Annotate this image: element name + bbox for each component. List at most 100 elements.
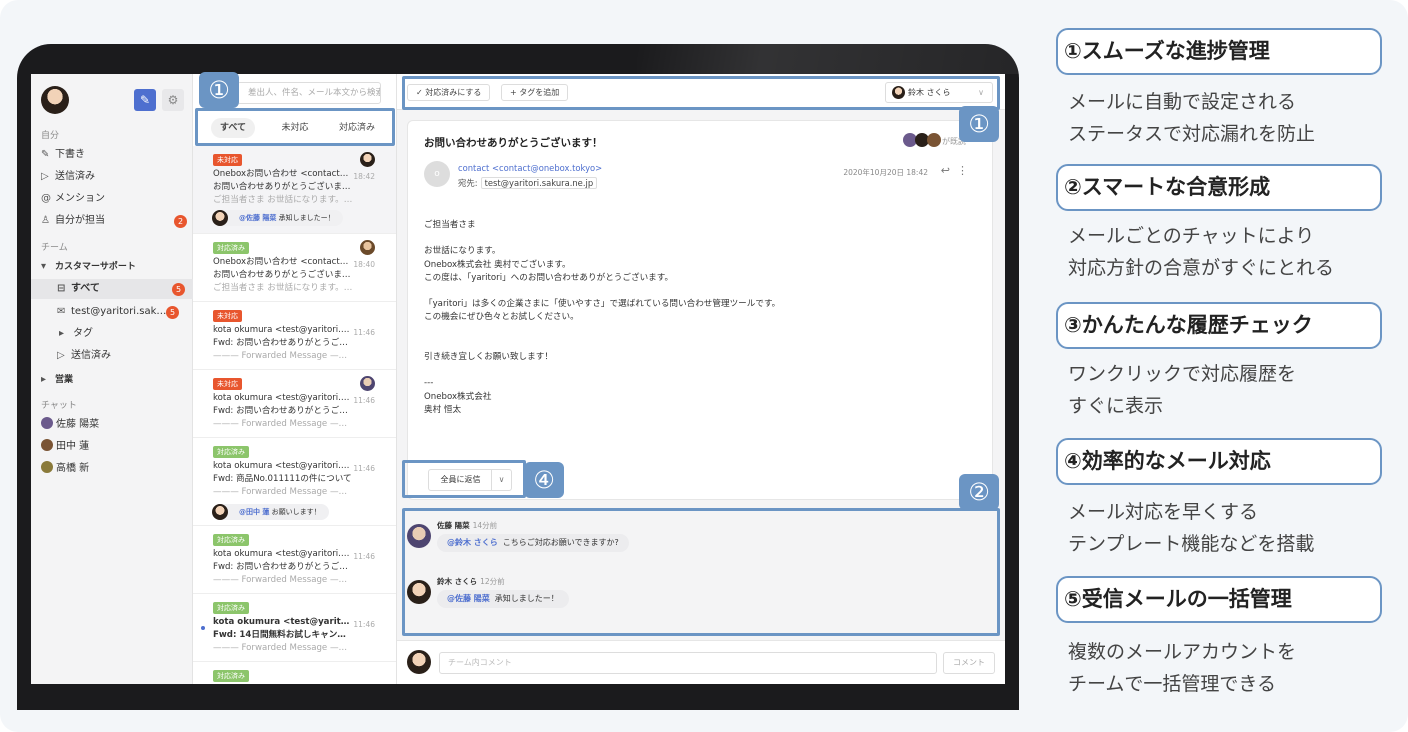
send-icon: ▷: [41, 171, 49, 182]
callout-badge-2: ②: [959, 474, 999, 510]
read-by: が既読: [903, 133, 966, 147]
status-badge: 対応済み: [213, 670, 249, 682]
triangle-down-icon: ▾: [41, 261, 47, 272]
mail-body: ご担当者さま お世話になります。 Onebox株式会社 奥村でございます。 この度は…: [424, 219, 984, 417]
feature-title-5: ⑤受信メールの一括管理: [1056, 576, 1382, 623]
mail-body-line: ---: [424, 378, 434, 389]
user-avatar[interactable]: [41, 86, 69, 114]
pencil-icon: ✎: [41, 149, 50, 160]
status-badge: 未対応: [213, 378, 242, 390]
mail-body-line: [424, 338, 984, 351]
callout-badge-1: ①: [199, 72, 239, 108]
mail-body-line: Onebox株式会社: [424, 391, 492, 402]
sidebar-item-tag[interactable]: ▸ タグ: [59, 324, 179, 344]
mail-list: 差出人、件名、メール本文から検索 すべて 未対応 対応済み 未対応 Onebox…: [193, 74, 397, 684]
reply-icon[interactable]: ↩: [941, 164, 950, 177]
section-self: 自分: [41, 131, 60, 141]
search-input[interactable]: 差出人、件名、メール本文から検索: [237, 82, 381, 104]
avatar: [212, 504, 228, 520]
status-badge: 対応済み: [213, 242, 249, 254]
avatar: [407, 650, 431, 674]
mail-icon: ✉: [57, 306, 66, 317]
sidebar-team-support[interactable]: ▾ カスタマーサポート: [41, 257, 187, 277]
count-badge: 5: [166, 306, 179, 319]
status-badge: 未対応: [213, 154, 242, 166]
chat-user-sato[interactable]: 佐藤 陽菜: [41, 415, 187, 435]
callout-badge-1b: ①: [959, 106, 999, 142]
mail-body-line: [424, 232, 984, 245]
callout-box-tabs: [195, 108, 395, 146]
feature-desc-1: メールに自動で設定される ステータスで対応漏れを防止: [1068, 91, 1316, 145]
unread-dot: [201, 626, 205, 630]
sidebar-item-account[interactable]: ✉ test@yaritori.sak… 5: [57, 302, 179, 322]
mail-body-line: 「yaritori」は多くの企業さまに「使いやすさ」で選ばれている問い合わせ管理…: [424, 299, 781, 310]
status-badge: 未対応: [213, 310, 242, 322]
avatar: [212, 210, 228, 226]
sidebar-item-assigned[interactable]: ♙ 自分が担当 2: [41, 211, 187, 231]
comment-button[interactable]: コメント: [943, 652, 995, 674]
feature-title-3: ③かんたんな履歴チェック: [1056, 302, 1382, 349]
count-badge: 2: [174, 215, 187, 228]
inbox-icon: ⊟: [57, 283, 66, 294]
chat-user-tanaka[interactable]: 田中 蓮: [41, 437, 187, 457]
callout-box-toolbar: [402, 76, 1000, 110]
person-icon: ♙: [41, 215, 50, 226]
callout-badge-4: ④: [524, 462, 564, 498]
mail-date: 2020年10月20日 18:42: [843, 168, 928, 177]
feature-desc-3: ワンクリックで対応履歴を すぐに表示: [1068, 363, 1297, 417]
avatar: [41, 417, 53, 429]
mail-body-line: 引き続き宜しくお願い致します！: [424, 352, 553, 363]
comment-bar: チーム内コメント コメント: [397, 640, 1005, 684]
feature-desc-4: メール対応を早くする テンプレート機能などを搭載: [1068, 501, 1315, 555]
avatar: [360, 240, 375, 255]
sidebar-item-all[interactable]: ⊟ すべて 5: [31, 279, 193, 299]
sidebar-item-mentions[interactable]: @ メンション: [41, 189, 187, 209]
mail-to: 宛先: test@yaritori.sakura.ne.jp: [458, 177, 598, 189]
triangle-right-icon: ▸: [59, 328, 65, 339]
feature-desc-2: メールごとのチャットにより 対応方針の合意がすぐにとれる: [1068, 225, 1335, 279]
avatar: [360, 376, 375, 391]
triangle-right-icon: ▸: [41, 374, 47, 385]
avatar: [41, 439, 53, 451]
mail-card: お問い合わせありがとうございます！ が既読 o contact <contact…: [407, 120, 993, 500]
mail-item[interactable]: 対応済み kota okumura <test@yaritori.… Fwd: …: [193, 594, 396, 662]
compose-icon[interactable]: ✎: [134, 89, 156, 111]
feature-title-2: ②スマートな合意形成: [1056, 164, 1382, 211]
mail-subject: お問い合わせありがとうございます！: [424, 137, 603, 149]
mail-body-line: [424, 325, 984, 338]
comment-input[interactable]: チーム内コメント: [439, 652, 937, 674]
sidebar-item-team-sent[interactable]: ▷ 送信済み: [57, 346, 179, 366]
mail-body-line: この機会にぜひ色々とお試しください。: [424, 312, 579, 323]
gear-icon[interactable]: ⚙: [162, 89, 184, 111]
mail-body-line: [424, 364, 984, 377]
mail-body-line: ご担当者さま: [424, 220, 476, 230]
sidebar-item-sent[interactable]: ▷ 送信済み: [41, 167, 187, 187]
send-icon: ▷: [57, 350, 65, 361]
mail-item[interactable]: 対応済み kota okumura <test@yaritori.sa… Fwd…: [193, 526, 396, 594]
at-icon: @: [41, 193, 51, 204]
avatar: [927, 133, 942, 147]
sidebar-item-drafts[interactable]: ✎ 下書き: [41, 145, 187, 165]
callout-box-reply: [402, 460, 526, 498]
chat-preview: @佐藤 陽菜 承知しましたー！: [212, 210, 343, 226]
feature-desc-5: 複数のメールアカウントを チームで一括管理できる: [1068, 641, 1297, 695]
mail-item[interactable]: 未対応 Oneboxお問い合わせ <contact@… お問い合わせありがとうご…: [193, 146, 396, 234]
mail-item[interactable]: 対応済み kota okumura <test@yaritori.sa… Fwd…: [193, 438, 396, 526]
mail-item[interactable]: 対応済み: [193, 662, 396, 684]
callout-box-chat: [402, 508, 1000, 636]
chat-preview: @田中 蓮 お願いします！: [212, 504, 329, 520]
sender-avatar: o: [424, 161, 450, 187]
more-icon[interactable]: ⋮: [957, 164, 968, 177]
mail-from[interactable]: contact <contact@onebox.tokyo>: [458, 163, 602, 173]
mail-item[interactable]: 対応済み Oneboxお問い合わせ <contact@… お問い合わせありがとう…: [193, 234, 396, 302]
mail-item[interactable]: 未対応 kota okumura <test@yaritori.sa… Fwd:…: [193, 302, 396, 370]
mail-body-line: 奥村 恒太: [424, 404, 462, 415]
status-badge: 対応済み: [213, 602, 249, 614]
section-team: チーム: [41, 243, 68, 253]
mail-body-line: お世話になります。: [424, 246, 501, 257]
chat-user-takahashi[interactable]: 高橋 新: [41, 459, 187, 479]
mail-body-line: Onebox株式会社 奥村でございます。: [424, 259, 571, 270]
mail-body-line: [424, 285, 984, 298]
sidebar-team-sales[interactable]: ▸ 営業: [41, 370, 187, 390]
mail-item[interactable]: 未対応 kota okumura <test@yaritori.sa… Fwd:…: [193, 370, 396, 438]
